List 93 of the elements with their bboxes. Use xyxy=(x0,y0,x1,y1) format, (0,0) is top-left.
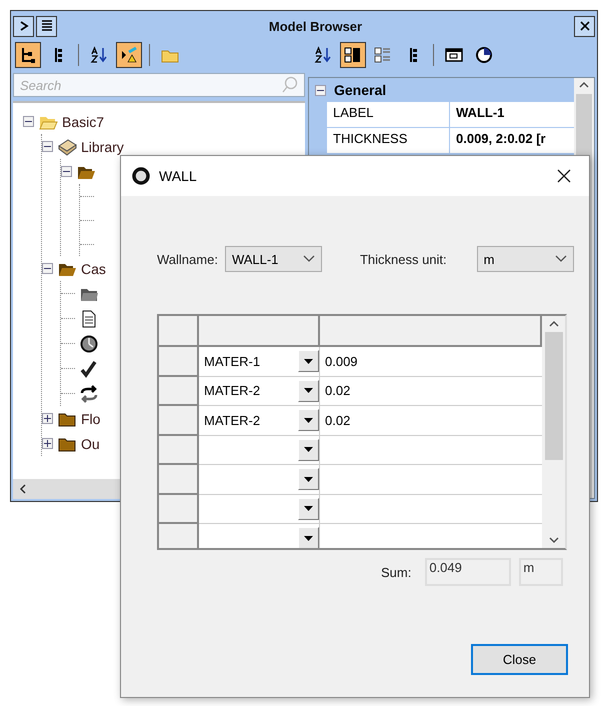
book-icon xyxy=(57,138,77,156)
caret-down-icon xyxy=(304,476,313,482)
caret-down-icon xyxy=(304,418,313,423)
toolbar-button[interactable] xyxy=(116,42,142,68)
material-cell[interactable] xyxy=(199,465,320,494)
thickness-value: 0.02 xyxy=(325,412,350,428)
expand-toggle[interactable] xyxy=(42,413,53,424)
plus-icon xyxy=(43,439,52,448)
sync-icon xyxy=(79,384,99,402)
filter-icon xyxy=(120,46,138,64)
field-label: Wallname: xyxy=(157,252,218,266)
collapse-toggle[interactable] xyxy=(42,263,53,274)
caret-down-icon xyxy=(304,358,313,364)
window-icon xyxy=(445,46,463,64)
material-name: MATER-1 xyxy=(204,354,260,369)
sum-field: 0.049 xyxy=(425,558,512,586)
collapse-toggle[interactable] xyxy=(315,84,326,96)
dropdown-button[interactable] xyxy=(298,350,319,372)
menu-icon xyxy=(40,19,52,33)
toolbar-button[interactable] xyxy=(340,42,366,68)
thickness-cell[interactable]: 0.02 xyxy=(320,406,542,436)
plus-icon xyxy=(43,414,52,423)
collapse-toggle[interactable] xyxy=(23,116,34,127)
pie-chart-icon xyxy=(475,46,493,64)
chevron-left-icon xyxy=(19,484,27,494)
thickness-cell[interactable] xyxy=(320,436,542,465)
dropdown-button[interactable] xyxy=(298,409,319,432)
menu-button[interactable] xyxy=(36,16,57,36)
material-cell[interactable]: MATER-2 xyxy=(199,406,320,436)
categories-icon xyxy=(344,46,362,64)
thickness-cell[interactable]: 0.02 xyxy=(320,376,542,406)
expand-all-icon xyxy=(374,46,392,64)
caret-down-icon xyxy=(304,388,313,394)
dropdown-button[interactable] xyxy=(298,468,319,490)
thickness-value: 0.009 xyxy=(325,354,358,369)
tree-item-label[interactable]: Basic7 xyxy=(62,114,104,130)
window-title: Model Browser xyxy=(268,18,364,34)
section-title: General xyxy=(334,82,386,98)
material-cell[interactable] xyxy=(199,524,320,548)
thickness-cell[interactable] xyxy=(320,465,542,494)
property-name: LABEL xyxy=(327,102,449,127)
material-name: MATER-2 xyxy=(204,383,260,398)
chevron-down-icon xyxy=(302,255,315,263)
dropdown-button[interactable] xyxy=(298,438,319,461)
chevron-down-icon xyxy=(548,536,558,544)
dropdown-button[interactable] xyxy=(298,498,319,520)
tree-item-label[interactable]: Ou xyxy=(81,436,100,452)
unit-dropdown[interactable]: m xyxy=(476,246,574,272)
search-field[interactable]: Search xyxy=(13,73,305,97)
search-icon xyxy=(281,76,299,94)
check-icon xyxy=(79,360,99,378)
console-button[interactable] xyxy=(13,16,34,36)
caret-down-icon xyxy=(304,536,313,541)
expand-toggle[interactable] xyxy=(42,438,53,449)
close-button[interactable]: Close xyxy=(471,644,568,675)
ring-icon xyxy=(131,166,151,186)
field-label: Thickness unit: xyxy=(360,252,447,266)
close-icon xyxy=(556,168,572,184)
dropdown-button[interactable] xyxy=(298,380,319,402)
tree-item-label[interactable]: Cas xyxy=(81,260,106,276)
tree-item-label[interactable]: Flo xyxy=(81,410,100,426)
sort-icon xyxy=(90,46,108,64)
caret-down-icon xyxy=(304,447,313,452)
tree-view-icon xyxy=(19,46,37,64)
property-name: THICKNESS xyxy=(327,128,449,153)
dialog-title: WALL xyxy=(159,168,198,184)
chevron-down-icon xyxy=(554,255,567,263)
thickness-cell[interactable]: 0.009 xyxy=(320,347,542,376)
thickness-value: 0.02 xyxy=(325,383,350,398)
dropdown-button[interactable] xyxy=(298,527,319,548)
property-value[interactable]: 0.009, 2:0.02 [r xyxy=(450,128,574,153)
material-name: MATER-2 xyxy=(204,412,260,428)
caret-down-icon xyxy=(304,506,313,512)
close-button[interactable] xyxy=(574,16,595,36)
material-cell[interactable] xyxy=(199,494,320,524)
material-cell[interactable]: MATER-1 xyxy=(199,347,320,376)
thickness-cell[interactable] xyxy=(320,494,542,524)
clock-icon xyxy=(79,334,99,352)
thickness-cell[interactable] xyxy=(320,524,542,548)
chevron-up-icon xyxy=(548,320,558,328)
sum-unit-field: m xyxy=(519,558,564,586)
wallname-dropdown[interactable]: WALL-1 xyxy=(224,246,322,272)
collapse-toggle[interactable] xyxy=(42,141,53,152)
material-cell[interactable] xyxy=(199,436,320,465)
material-cell[interactable]: MATER-2 xyxy=(199,376,320,406)
collapse-toggle[interactable] xyxy=(61,166,72,177)
sum-label: Sum: xyxy=(381,564,412,580)
property-value[interactable]: WALL-1 xyxy=(450,102,574,127)
tree-item-label[interactable]: Library xyxy=(81,138,124,154)
sort-icon xyxy=(314,46,332,64)
close-icon xyxy=(580,21,590,31)
toolbar-button[interactable] xyxy=(15,42,41,68)
chevron-right-icon xyxy=(18,20,30,32)
